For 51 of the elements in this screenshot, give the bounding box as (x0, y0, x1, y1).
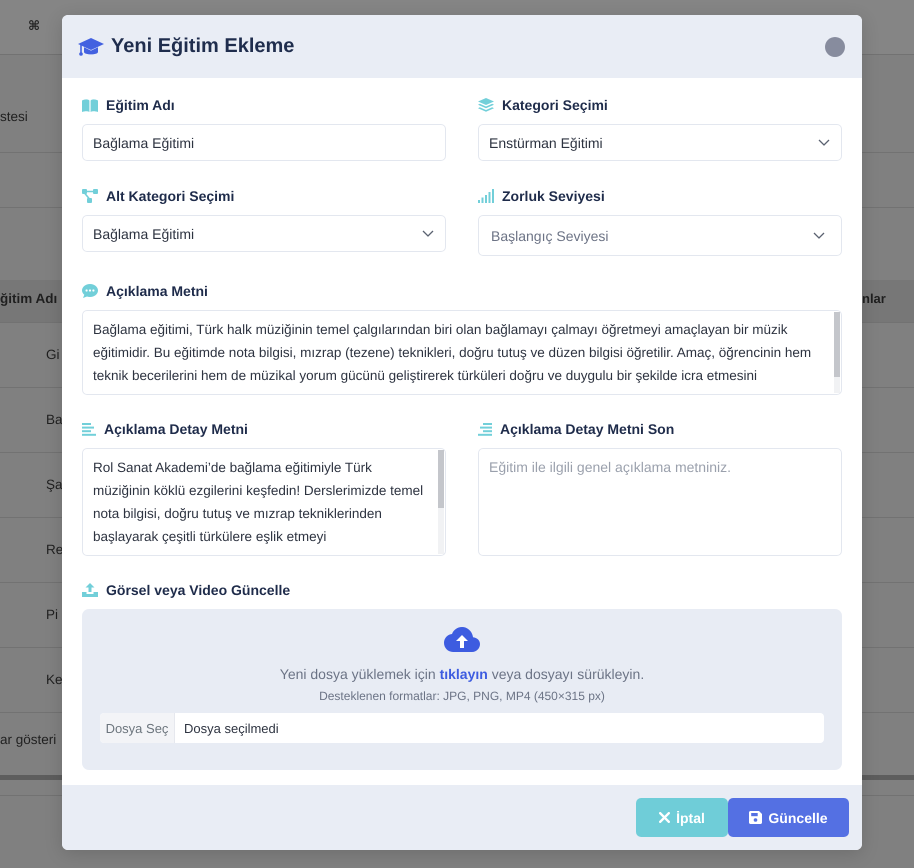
table-cell: Gi (46, 347, 60, 362)
close-icon (659, 812, 670, 823)
file-input[interactable]: Dosya Seç Dosya seçilmedi (100, 713, 824, 743)
table-cell: Şa (46, 477, 63, 492)
align-right-icon (478, 422, 492, 436)
chevron-down-icon (813, 232, 825, 239)
field-label: Eğitim Adı (106, 97, 175, 113)
layers-icon (478, 98, 494, 112)
cloud-upload-icon (444, 627, 480, 653)
shortcut-key: ⌘ (28, 18, 40, 36)
save-icon (749, 811, 762, 824)
textarea-field[interactable]: Bağlama eğitimi, Türk halk müziğinin temel çalgılarından biri olan bağlamayı çalmayı öğretmeyi amaçlayan bir müzik eğitimidir. Bu eğitimde nota bilgisi, mızrap (tezene) teknikleri, doğru tutuş ve düzen bilgisi öğretilir. Amaç, öğrencinin hem teknik becerilerini hem de müzikal yorum gücünü geliştirerek türküleri doğru ve duygulu bir şekilde icra etmesini (82, 310, 842, 395)
field-label: Açıklama Detay Metni (104, 421, 248, 437)
scrollbar (0, 775, 62, 780)
chat-bubble-icon (82, 284, 98, 298)
field-label: Kategori Seçimi (502, 97, 608, 113)
column-header: ğitim Adı (0, 290, 58, 308)
field-label: Görsel veya Video Güncelle (106, 582, 290, 598)
field-label: Açıklama Detay Metni Son (500, 421, 674, 437)
field-label: Zorluk Seviyesi (502, 188, 605, 204)
table-footer-text: ar gösteri (0, 732, 56, 747)
signal-bars-icon (478, 189, 494, 203)
page-heading: stesi (0, 108, 29, 126)
table-cell: Re (46, 542, 64, 557)
scrollbar (862, 775, 914, 780)
field-label: Açıklama Metni (106, 283, 208, 299)
formats-hint: Desteklenen formatlar: JPG, PNG, MP4 (450×315 px) (319, 688, 605, 704)
field-label: Alt Kategori Seçimi (106, 188, 234, 204)
upload-dropzone[interactable]: Yeni dosya yüklemek için tıklayın veya dosyayı sürükleyin. Desteklenen formatlar: JPG, PNG, MP4 (450×315 px) Dosya Seç Dosya seçilmedi (82, 609, 842, 770)
column-header: nlar (862, 290, 887, 308)
upload-instructions: Yeni dosya yüklemek için tıklayın veya dosyayı sürükleyin. (280, 665, 644, 683)
book-icon (82, 98, 98, 112)
dialog-title: Yeni Eğitim Ekleme (111, 35, 296, 58)
graduation-cap-icon (78, 36, 104, 56)
select-dropdown[interactable]: Başlangıç Seviyesi (478, 215, 842, 256)
update-button[interactable]: Güncelle (728, 798, 849, 837)
align-left-icon (82, 422, 96, 436)
click-link[interactable]: tıklayın (440, 666, 488, 682)
table-cell: Ba (46, 412, 63, 427)
select-dropdown[interactable]: Bağlama Eğitimi (82, 215, 446, 252)
choose-file-button[interactable]: Dosya Seç (100, 713, 175, 743)
upload-icon (82, 583, 98, 597)
chevron-down-icon (818, 139, 830, 146)
chevron-down-icon (422, 230, 434, 237)
select-dropdown[interactable]: Enstürman Eğitimi (478, 124, 842, 161)
table-cell: Pi (46, 607, 58, 622)
hierarchy-icon (82, 189, 98, 203)
close-button[interactable] (825, 36, 845, 56)
table-cell: Ke (46, 672, 63, 687)
text-input[interactable]: Bağlama Eğitimi (82, 124, 446, 161)
textarea-field[interactable]: Rol Sanat Akademi’de bağlama eğitimiyle Türk müziğinin köklü ezgilerini keşfedin! Derslerimizde temel nota bilgisi, doğru tutuş ve mızrap tekniklerinden başlayarak çeşitli türkülere eşlik etmeyi (82, 448, 446, 556)
